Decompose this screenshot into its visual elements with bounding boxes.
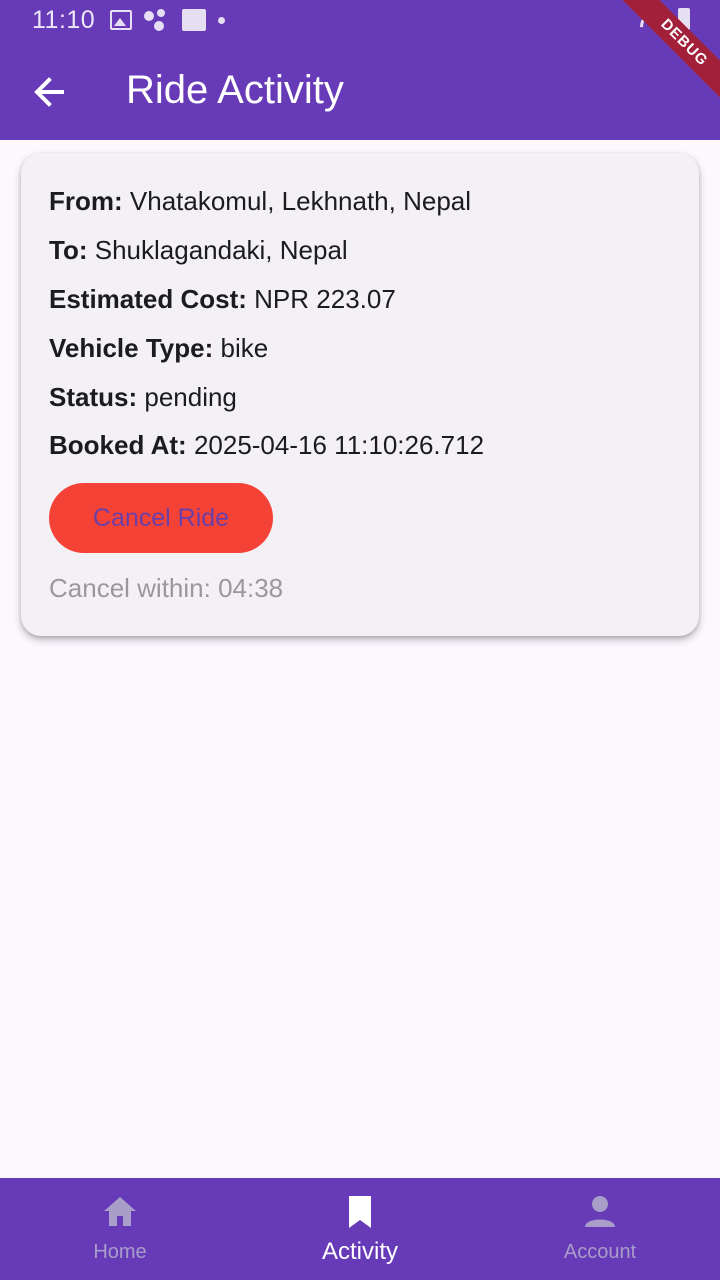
- status-notification-icons: [110, 9, 225, 31]
- cancel-ride-button[interactable]: Cancel Ride: [49, 483, 273, 553]
- booked-label: Booked At:: [49, 430, 187, 460]
- from-row: From: Vhatakomul, Lekhnath, Nepal: [49, 186, 471, 217]
- vehicle-row: Vehicle Type: bike: [49, 333, 268, 364]
- screen: 11:10 DEBUG Ride Activity From: Vhatakom…: [0, 0, 720, 1280]
- from-value: Vhatakomul, Lekhnath, Nepal: [129, 186, 472, 216]
- back-button[interactable]: [22, 64, 78, 120]
- cancel-countdown: Cancel within: 04:38: [49, 573, 284, 603]
- ride-card: From: Vhatakomul, Lekhnath, Nepal To: Sh…: [21, 153, 699, 636]
- status-label: Status:: [49, 382, 138, 412]
- app-bar: Ride Activity: [0, 40, 720, 140]
- bookmark-icon: [349, 1196, 371, 1228]
- vehicle-value: bike: [220, 333, 269, 363]
- to-row: To: Shuklagandaki, Nepal: [49, 235, 348, 266]
- to-value: Shuklagandaki, Nepal: [94, 235, 348, 265]
- booked-row: Booked At: 2025-04-16 11:10:26.712: [49, 430, 484, 461]
- status-bar: 11:10: [0, 0, 720, 40]
- bottom-nav: Home Activity Account: [0, 1178, 720, 1280]
- status-time: 11:10: [32, 6, 96, 34]
- app-box-icon: [182, 9, 206, 31]
- status-row: Status: pending: [49, 382, 237, 413]
- arrow-back-icon: [34, 77, 64, 107]
- vehicle-label: Vehicle Type:: [49, 333, 214, 363]
- image-icon: [110, 10, 132, 30]
- nav-item-account[interactable]: Account: [480, 1178, 720, 1280]
- to-label: To:: [49, 235, 88, 265]
- home-icon: [104, 1197, 136, 1226]
- from-label: From:: [49, 186, 123, 216]
- cost-row: Estimated Cost: NPR 223.07: [49, 284, 396, 315]
- nav-label-home: Home: [93, 1241, 147, 1263]
- status-value: pending: [144, 382, 237, 412]
- nav-label-activity: Activity: [321, 1238, 398, 1265]
- cost-value: NPR 223.07: [254, 284, 396, 314]
- person-icon: [585, 1196, 615, 1227]
- notification-dot-icon: [218, 16, 225, 24]
- nav-item-home[interactable]: Home: [0, 1178, 240, 1280]
- assistant-dots-icon: [144, 9, 170, 31]
- booked-value: 2025-04-16 11:10:26.712: [193, 430, 485, 460]
- nav-item-activity[interactable]: Activity: [240, 1178, 480, 1280]
- nav-label-account: Account: [563, 1241, 637, 1263]
- cost-label: Estimated Cost:: [49, 284, 247, 314]
- page-title: Ride Activity: [126, 68, 344, 112]
